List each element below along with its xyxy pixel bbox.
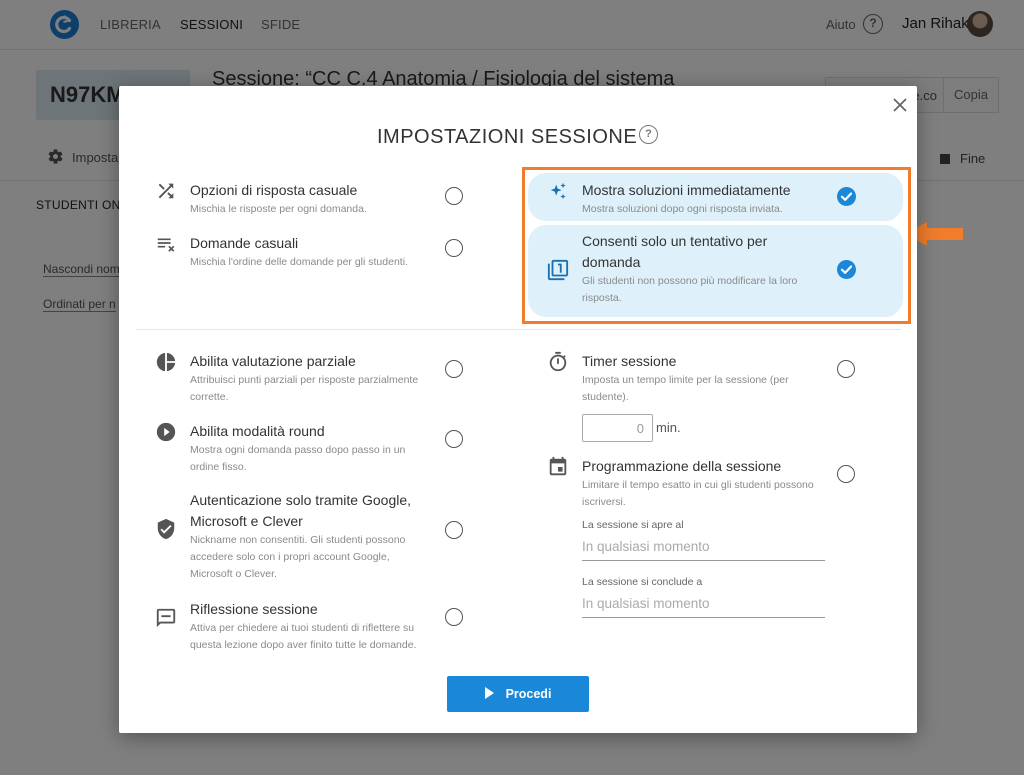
option-description: Imposta un tempo limite per la sessione … <box>582 374 789 386</box>
option-random-questions: Domande casuali Mischia l'ordine delle d… <box>155 233 455 269</box>
option-show-solutions: Mostra soluzioni immediatamente Mostra s… <box>547 180 827 216</box>
opens-at-label: La sessione si apre al <box>582 519 684 531</box>
help-icon[interactable]: ? <box>639 125 658 144</box>
option-description: Attiva per chiedere ai tuoi studenti di … <box>190 622 415 634</box>
checkmark-icon <box>840 192 853 201</box>
timer-icon <box>549 351 567 372</box>
show-solutions-checkbox[interactable] <box>837 187 856 206</box>
schedule-radio[interactable] <box>837 465 855 483</box>
partial-grading-radio[interactable] <box>445 360 463 378</box>
option-random-answers: Opzioni di risposta casuale Mischia le r… <box>155 180 455 216</box>
reflection-radio[interactable] <box>445 608 463 626</box>
option-label: Timer sessione <box>582 353 677 369</box>
option-round-mode: Abilita modalità round Mostra ogni doman… <box>155 421 455 473</box>
option-label: Programmazione della sessione <box>582 458 782 474</box>
proceed-button[interactable]: Procedi <box>447 676 589 712</box>
option-one-attempt: Consenti solo un tentativo per domanda G… <box>547 231 827 309</box>
close-icon[interactable] <box>891 96 909 114</box>
opens-at-input[interactable]: In qualsiasi momento <box>582 537 825 561</box>
option-label-line2: domanda <box>582 254 641 270</box>
pie-chart-icon <box>156 352 176 372</box>
checkmark-icon <box>840 265 853 274</box>
option-description-line2: studente). <box>582 391 629 403</box>
option-google-auth: Autenticazione solo tramite Google, Micr… <box>155 490 455 580</box>
option-label: Abilita modalità round <box>190 423 325 439</box>
option-label: Autenticazione solo tramite Google, <box>190 492 412 508</box>
option-description: Attribuisci punti parziali per risposte … <box>190 374 419 386</box>
option-description-line2: accedere solo con i propri account Googl… <box>190 551 390 563</box>
option-description-line2: questa lezione dopo aver finito tutte le… <box>190 639 417 651</box>
option-description: Nickname non consentiti. Gli studenti po… <box>190 534 406 546</box>
option-label: Riflessione sessione <box>190 601 318 617</box>
verified-shield-icon <box>157 518 175 540</box>
list-shuffle-icon <box>157 238 175 252</box>
random-questions-radio[interactable] <box>445 239 463 257</box>
option-description-line3: Microsoft o Clever. <box>190 568 277 580</box>
one-attempt-checkbox[interactable] <box>837 260 856 279</box>
option-partial-grading: Abilita valutazione parziale Attribuisci… <box>155 351 455 403</box>
timer-unit-label: min. <box>656 420 681 435</box>
option-description: Mischia le risposte per ogni domanda. <box>190 203 367 215</box>
option-timer: Timer sessione Imposta un tempo limite p… <box>547 351 827 403</box>
timer-minutes-input[interactable]: 0 <box>582 414 653 442</box>
option-label: Consenti solo un tentativo per <box>582 233 768 249</box>
play-circle-icon <box>156 422 176 442</box>
option-label: Domande casuali <box>190 235 299 251</box>
session-settings-modal: IMPOSTAZIONI SESSIONE ? Opzioni di rispo… <box>119 86 917 733</box>
option-label: Abilita valutazione parziale <box>190 353 356 369</box>
chat-bubble-icon <box>156 608 176 628</box>
timer-radio[interactable] <box>837 360 855 378</box>
google-auth-radio[interactable] <box>445 521 463 539</box>
modal-title: IMPOSTAZIONI SESSIONE <box>377 126 638 148</box>
round-mode-radio[interactable] <box>445 430 463 448</box>
option-label: Opzioni di risposta casuale <box>190 182 358 198</box>
closes-at-input[interactable]: In qualsiasi momento <box>582 594 825 618</box>
section-divider <box>136 329 901 330</box>
option-description: Gli studenti non possono più modificare … <box>582 275 798 287</box>
proceed-label: Procedi <box>505 687 552 701</box>
calendar-icon <box>549 456 567 476</box>
filter-one-icon <box>547 259 569 281</box>
option-description-line2: corrette. <box>190 391 229 403</box>
option-label: Mostra soluzioni immediatamente <box>582 182 791 198</box>
option-description: Mostra soluzioni dopo ogni risposta invi… <box>582 203 783 215</box>
play-icon <box>484 687 494 699</box>
option-label-line2: Microsoft e Clever <box>190 513 303 529</box>
shuffle-icon <box>158 183 174 199</box>
option-description: Mischia l'ordine delle domande per gli s… <box>190 256 408 268</box>
sparkle-icon <box>550 182 566 200</box>
option-schedule: Programmazione della sessione Limitare i… <box>547 456 827 508</box>
random-answers-radio[interactable] <box>445 187 463 205</box>
option-description: Limitare il tempo esatto in cui gli stud… <box>582 479 814 491</box>
option-description: Mostra ogni domanda passo dopo passo in … <box>190 444 406 456</box>
option-description-line2: iscriversi. <box>582 496 626 508</box>
option-reflection: Riflessione sessione Attiva per chiedere… <box>155 599 455 651</box>
option-description-line2: ordine fisso. <box>190 461 247 473</box>
closes-at-label: La sessione si conclude a <box>582 576 703 588</box>
option-description-line2: risposta. <box>582 292 622 304</box>
